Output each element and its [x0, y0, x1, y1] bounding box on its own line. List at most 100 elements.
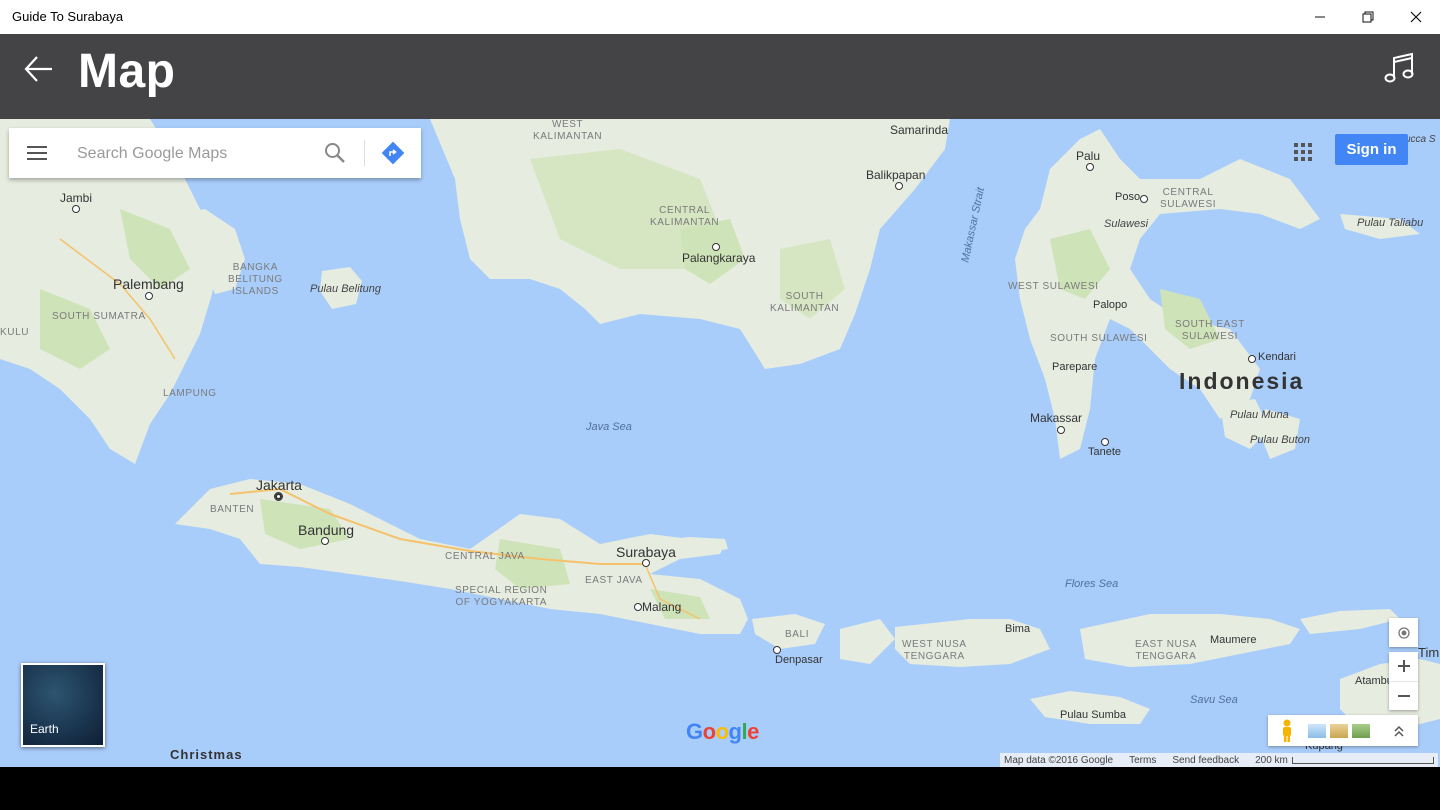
map-label-pulau-taliabu: Pulau Taliabu — [1357, 217, 1424, 229]
minimize-icon — [1315, 16, 1325, 18]
map-label-java-sea: Java Sea — [586, 421, 632, 433]
close-icon — [1410, 11, 1422, 23]
pegman-icon[interactable] — [1272, 718, 1302, 744]
earth-label: Earth — [30, 722, 59, 736]
search-icon[interactable] — [323, 141, 347, 165]
map-view[interactable]: WEST KALIMANTAN Samarinda Balikpapan CENT… — [0, 119, 1440, 767]
map-marker-jakarta — [274, 492, 283, 501]
map-label-samarinda: Samarinda — [890, 123, 949, 137]
restore-icon — [1362, 11, 1374, 23]
map-marker-malang — [634, 603, 642, 611]
map-marker-bandung — [321, 537, 329, 545]
minus-icon — [1397, 694, 1410, 697]
map-label-poso: Poso — [1115, 191, 1141, 203]
map-data-credit: Map data ©2016 Google — [1004, 754, 1114, 766]
scale-bar[interactable]: 200 km — [1255, 755, 1434, 766]
map-label-ucca: ucca S — [1405, 134, 1436, 145]
app-header: Map — [0, 34, 1440, 119]
map-attribution: Map data ©2016 Google Terms Send feedbac… — [1000, 753, 1438, 767]
directions-icon[interactable] — [380, 140, 406, 166]
map-marker-denpasar — [773, 646, 781, 654]
map-marker-makassar — [1057, 426, 1065, 434]
map-label-tim: Tim — [1418, 645, 1440, 660]
search-divider — [364, 140, 365, 166]
plus-icon — [1397, 660, 1410, 673]
zoom-controls — [1389, 652, 1418, 710]
map-label-west-kalimantan: WEST KALIMANTAN — [533, 119, 603, 142]
map-label-central-kalimantan: CENTRAL KALIMANTAN — [650, 205, 720, 228]
window-titlebar: Guide To Surabaya — [0, 0, 1440, 34]
earth-view-toggle[interactable]: Earth — [21, 663, 105, 747]
map-label-banten: BANTEN — [210, 504, 255, 515]
map-marker-palangkaraya — [712, 243, 720, 251]
back-arrow-icon[interactable] — [22, 52, 56, 86]
layers-bar — [1268, 715, 1418, 746]
map-label-indonesia: Indonesia — [1179, 368, 1305, 394]
satellite-layer-thumb[interactable] — [1352, 723, 1370, 738]
my-location-button[interactable] — [1389, 618, 1418, 647]
search-box — [9, 128, 421, 178]
map-label-sulawesi: Sulawesi — [1104, 218, 1149, 230]
search-input[interactable] — [75, 142, 309, 166]
google-logo: Google — [686, 719, 759, 744]
map-label-parepare: Parepare — [1052, 361, 1098, 373]
map-layer-thumb[interactable] — [1308, 723, 1326, 738]
zoom-in-button[interactable] — [1389, 652, 1418, 682]
apps-grid-icon[interactable] — [1292, 141, 1314, 163]
page-title: Map — [78, 45, 176, 98]
map-label-lampung: LAMPUNG — [163, 388, 217, 399]
hamburger-menu-icon[interactable] — [23, 141, 51, 165]
minimize-button[interactable] — [1296, 0, 1344, 34]
map-label-bandung: Bandung — [298, 522, 355, 538]
zoom-out-button[interactable] — [1389, 682, 1418, 711]
map-marker-tanete — [1101, 438, 1109, 446]
map-label-central-java: CENTRAL JAVA — [445, 551, 525, 562]
map-marker-kendari — [1248, 355, 1256, 363]
map-label-yogyakarta: SPECIAL REGION OF YOGYAKARTA — [455, 585, 548, 608]
map-label-pulau-buton: Pulau Buton — [1250, 434, 1310, 446]
map-label-bima: Bima — [1005, 623, 1031, 635]
map-label-kendari: Kendari — [1258, 351, 1296, 363]
map-label-pulau-muna: Pulau Muna — [1230, 409, 1289, 421]
map-label-atambua: Atambu — [1355, 675, 1393, 687]
map-label-south-kalimantan: SOUTH KALIMANTAN — [770, 291, 840, 314]
map-label-kulu: KULU — [0, 327, 30, 338]
bottom-bar — [0, 767, 1440, 810]
map-marker-palembang — [145, 292, 153, 300]
map-label-jambi: Jambi — [60, 191, 93, 205]
send-feedback-link[interactable]: Send feedback — [1172, 755, 1239, 766]
map-label-west-nusa-tenggara: WEST NUSA TENGGARA — [902, 639, 967, 662]
scale-label: 200 km — [1255, 754, 1288, 766]
map-marker-surabaya — [642, 559, 650, 567]
map-label-east-java: EAST JAVA — [585, 575, 643, 586]
map-label-pulau-sumba: Pulau Sumba — [1060, 709, 1127, 721]
app-title: Guide To Surabaya — [12, 9, 124, 24]
map-label-surabaya: Surabaya — [616, 544, 676, 560]
map-label-pulau-belitung: Pulau Belitung — [310, 283, 381, 295]
close-button[interactable] — [1392, 0, 1440, 34]
map-label-jakarta: Jakarta — [256, 477, 302, 493]
map-label-palangkaraya: Palangkaraya — [682, 251, 756, 265]
map-label-maumere: Maumere — [1210, 634, 1257, 646]
map-label-tanete: Tanete — [1088, 446, 1122, 458]
restore-button[interactable] — [1344, 0, 1392, 34]
map-label-west-sulawesi: WEST SULAWESI — [1008, 281, 1099, 292]
terms-link[interactable]: Terms — [1129, 755, 1156, 766]
map-label-south-east-sulawesi: SOUTH EAST SULAWESI — [1175, 319, 1245, 342]
terrain-layer-thumb[interactable] — [1330, 723, 1348, 738]
location-target-icon — [1397, 626, 1410, 639]
map-label-palembang: Palembang — [113, 276, 184, 292]
map-label-balikpapan: Balikpapan — [866, 168, 926, 182]
chevron-up-icon[interactable] — [1392, 724, 1406, 738]
map-label-bali: BALI — [785, 629, 810, 640]
map-label-flores-sea: Flores Sea — [1065, 578, 1119, 590]
map-label-east-nusa-tenggara: EAST NUSA TENGGARA — [1135, 639, 1197, 662]
map-label-christmas: Christmas — [170, 747, 243, 762]
map-label-south-sumatra: SOUTH SUMATRA — [52, 311, 146, 322]
sign-in-button[interactable]: Sign in — [1335, 134, 1408, 165]
map-marker-jambi — [72, 205, 80, 213]
music-note-icon[interactable] — [1382, 50, 1418, 86]
map-label-denpasar: Denpasar — [775, 654, 823, 666]
map-label-palopo: Palopo — [1093, 299, 1128, 311]
map-marker-poso — [1140, 195, 1148, 203]
